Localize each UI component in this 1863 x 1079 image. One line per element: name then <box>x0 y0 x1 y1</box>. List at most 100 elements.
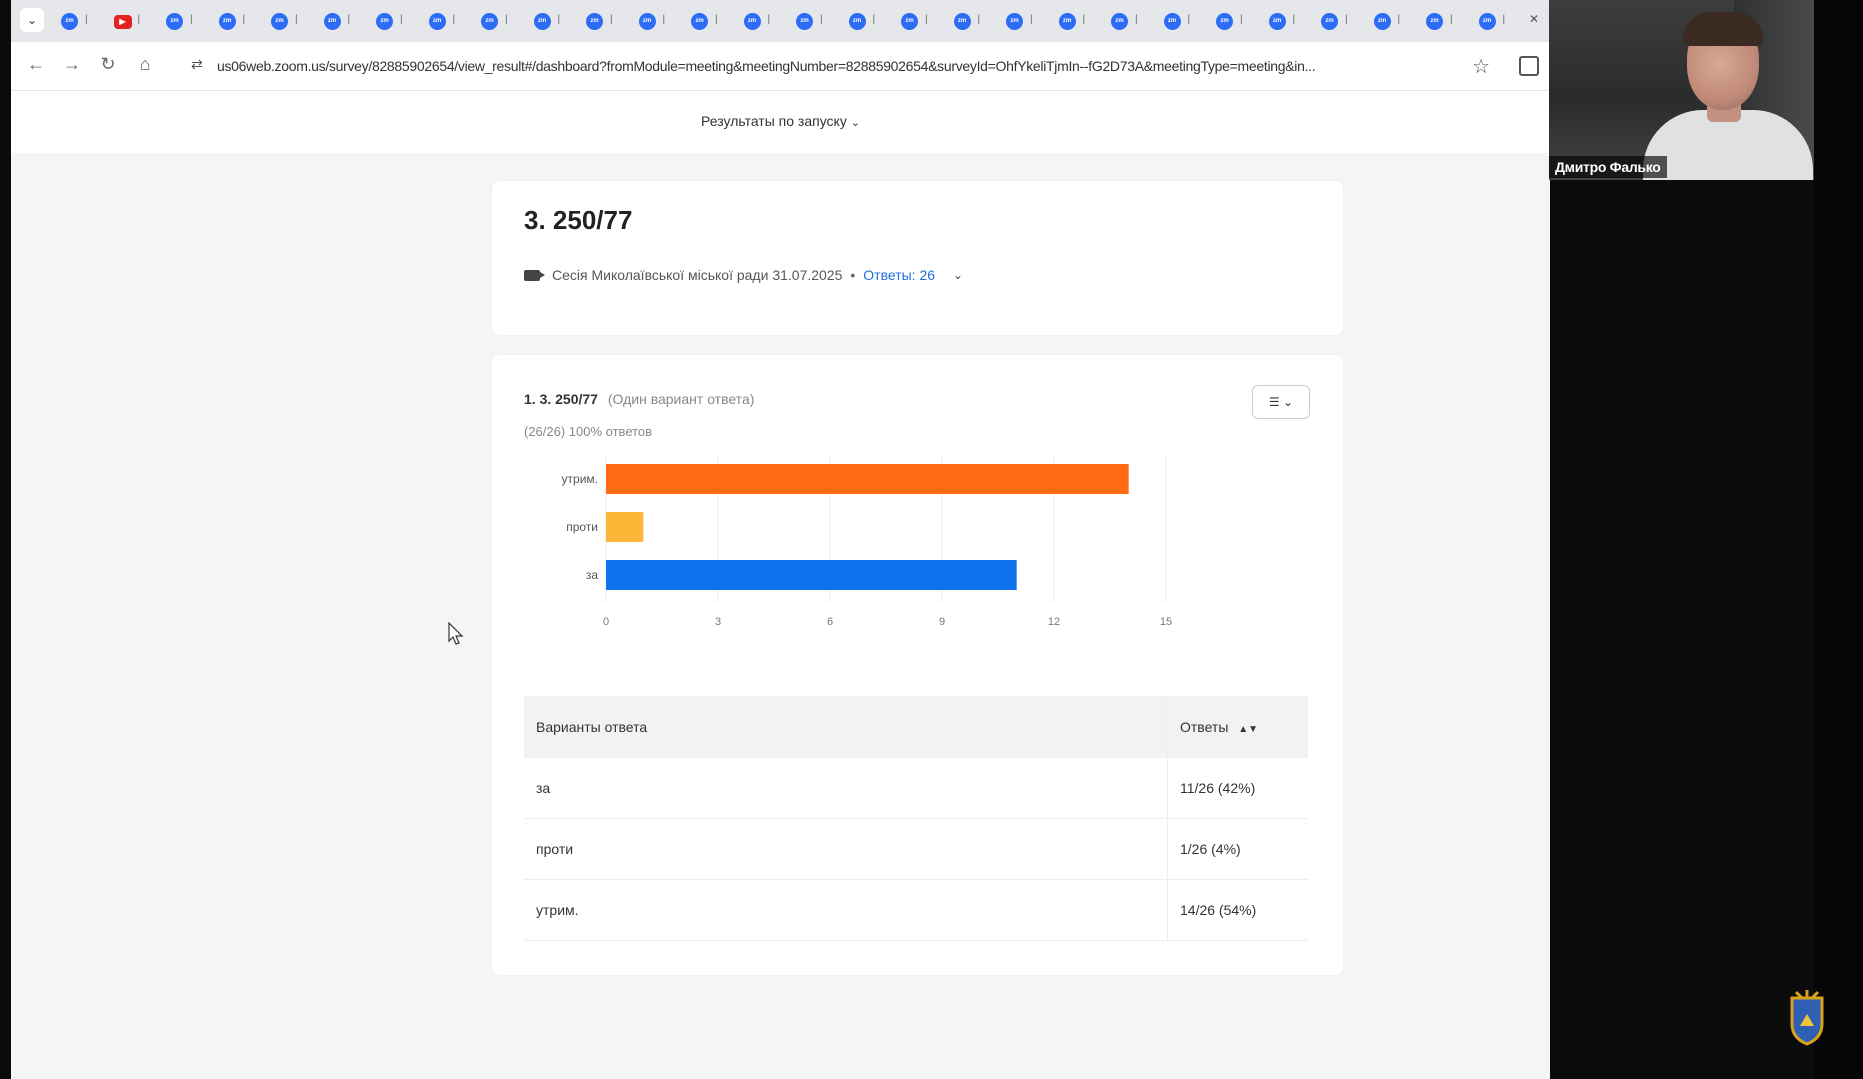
bar-2[interactable] <box>606 560 1017 590</box>
tab-close-icon[interactable]: | <box>768 14 771 25</box>
bar-0[interactable] <box>606 464 1129 494</box>
survey-meta: Сесія Миколаївської міської ради 31.07.2… <box>524 264 969 286</box>
question-type: (Один вариант ответа) <box>607 391 755 407</box>
tab-close-icon[interactable]: | <box>1293 14 1296 25</box>
chevron-down-icon: ⌄ <box>850 117 860 129</box>
zoom-icon: zm <box>848 13 866 30</box>
site-settings-icon[interactable]: ⇄ <box>191 56 203 73</box>
browser-tab[interactable]: zm | <box>55 0 108 42</box>
url-text[interactable]: us06web.zoom.us/survey/82885902654/view_… <box>217 58 1457 74</box>
browser-tab[interactable]: zm | <box>1053 0 1106 42</box>
tab-close-icon[interactable]: | <box>295 14 298 25</box>
answers-link[interactable]: Ответы: 26 <box>863 267 935 283</box>
bar-chart: утрим. проти за 0 3 6 9 12 15 <box>562 455 1172 628</box>
browser-tab[interactable]: zm | <box>370 0 423 42</box>
home-icon[interactable]: ⌂ <box>134 54 156 74</box>
browser-tab[interactable]: zm | <box>948 0 1001 42</box>
bar-chart-icon: ☰ <box>1268 395 1280 409</box>
browser-tab[interactable]: zm | <box>1000 0 1053 42</box>
answer-cell: 14/26 (54%) <box>1167 879 1308 941</box>
tab-close-icon[interactable]: | <box>663 14 666 25</box>
x-tick-label: 3 <box>715 616 721 628</box>
browser-tab[interactable]: zm | <box>160 0 213 42</box>
tab-close-icon[interactable]: | <box>1450 14 1453 25</box>
browser-tab[interactable]: zm | <box>685 0 738 42</box>
sort-icon[interactable]: ▲▼ <box>1238 724 1258 735</box>
tab-close-icon[interactable]: | <box>1398 14 1401 25</box>
browser-tab[interactable]: zm | <box>265 0 318 42</box>
address-bar[interactable]: ⇄ us06web.zoom.us/survey/82885902654/vie… <box>181 50 1496 82</box>
zoom-icon: zm <box>1321 13 1338 30</box>
tab-close-icon[interactable]: | <box>400 14 403 25</box>
tab-close-icon[interactable]: | <box>453 14 456 25</box>
browser-tab[interactable]: zm | <box>1105 0 1158 42</box>
browser-tab[interactable]: zm | <box>475 0 528 42</box>
browser-window: ⌄ zm | ▶ | zm | zm | zm | zm | zm | zm | zm | zm | zm | zm | zm |… <box>11 0 1550 1079</box>
mouse-cursor-icon <box>448 622 464 645</box>
browser-tab[interactable]: zm | <box>1210 0 1263 42</box>
response-count: (26/26) 100% ответов <box>524 424 653 439</box>
chevron-down-icon[interactable]: ⌄ <box>947 264 969 286</box>
tab-close-icon[interactable]: | <box>1030 14 1033 25</box>
tab-close-icon[interactable]: | <box>138 14 141 25</box>
forward-arrow-icon[interactable]: → <box>61 54 83 74</box>
x-tick-label: 15 <box>1160 616 1172 628</box>
zoom-icon: zm <box>743 13 761 30</box>
participant-video[interactable]: Дмитро Фалько <box>1549 0 1814 180</box>
tab-close-icon[interactable]: | <box>85 14 88 25</box>
bar-1[interactable] <box>606 512 644 542</box>
browser-tab[interactable]: zm | <box>1263 0 1316 42</box>
header-answers[interactable]: Ответы ▲▼ <box>1167 696 1308 758</box>
browser-tab[interactable]: zm | <box>738 0 791 42</box>
results-table: Варианты ответа Ответы ▲▼ за 11/26 (42%)… <box>524 696 1308 941</box>
tab-close-icon[interactable]: | <box>1503 14 1506 25</box>
browser-tab[interactable]: zm | <box>633 0 686 42</box>
tab-close-icon[interactable]: | <box>978 14 981 25</box>
zoom-icon: zm <box>1426 13 1443 30</box>
bookmark-star-icon[interactable]: ☆ <box>1472 54 1490 79</box>
question-label: 1. 3. 250/77 (Один вариант ответа) <box>524 391 754 407</box>
zoom-icon: zm <box>218 13 236 30</box>
extensions-icon[interactable] <box>1519 56 1539 76</box>
back-arrow-icon[interactable]: ← <box>25 54 47 74</box>
browser-tab[interactable]: zm | <box>1473 0 1526 42</box>
browser-tab[interactable]: zm | <box>580 0 633 42</box>
browser-tab[interactable]: zm | <box>790 0 843 42</box>
browser-tab[interactable]: zm | <box>1315 0 1368 42</box>
tab-close-icon[interactable]: | <box>1083 14 1086 25</box>
tab-close-icon[interactable]: | <box>348 14 351 25</box>
zoom-icon: zm <box>376 13 393 30</box>
results-switch[interactable]: Результаты по запуску ⌄ <box>11 113 1550 129</box>
browser-tab[interactable]: zm | <box>213 0 266 42</box>
browser-tab[interactable]: zm | <box>528 0 581 42</box>
tab-close-icon[interactable]: | <box>505 14 508 25</box>
chart-type-button[interactable]: ☰ ⌄ <box>1252 385 1310 419</box>
tab-close-icon[interactable]: | <box>558 14 561 25</box>
tab-close-icon[interactable]: ✕ <box>1529 12 1539 26</box>
tab-close-icon[interactable]: | <box>190 14 193 25</box>
browser-tab[interactable]: zm | <box>843 0 896 42</box>
tab-close-icon[interactable]: | <box>1240 14 1243 25</box>
reload-icon[interactable]: ↻ <box>97 54 119 74</box>
tab-close-icon[interactable]: | <box>610 14 613 25</box>
tab-close-icon[interactable]: | <box>1345 14 1348 25</box>
tab-close-icon[interactable]: | <box>243 14 246 25</box>
zoom-icon: zm <box>1163 13 1181 30</box>
tab-close-icon[interactable]: | <box>715 14 718 25</box>
tab-close-icon[interactable]: | <box>925 14 928 25</box>
tab-close-icon[interactable]: | <box>873 14 876 25</box>
tab-close-icon[interactable]: | <box>820 14 823 25</box>
zoom-icon: zm <box>1373 13 1391 30</box>
tab-close-icon[interactable]: | <box>1188 14 1191 25</box>
browser-tab[interactable]: zm | <box>423 0 476 42</box>
survey-title: 3. 250/77 <box>524 205 633 235</box>
browser-tab[interactable]: zm | <box>1420 0 1473 42</box>
tab-close-icon[interactable]: | <box>1135 14 1138 25</box>
browser-tab[interactable]: zm | <box>895 0 948 42</box>
browser-tab[interactable]: zm | <box>1368 0 1421 42</box>
x-tick-label: 6 <box>827 616 833 628</box>
browser-tab[interactable]: zm | <box>318 0 371 42</box>
browser-tab[interactable]: zm | <box>1158 0 1211 42</box>
tab-search-icon[interactable]: ⌄ <box>20 8 44 32</box>
browser-tab[interactable]: ▶ | <box>108 0 161 42</box>
